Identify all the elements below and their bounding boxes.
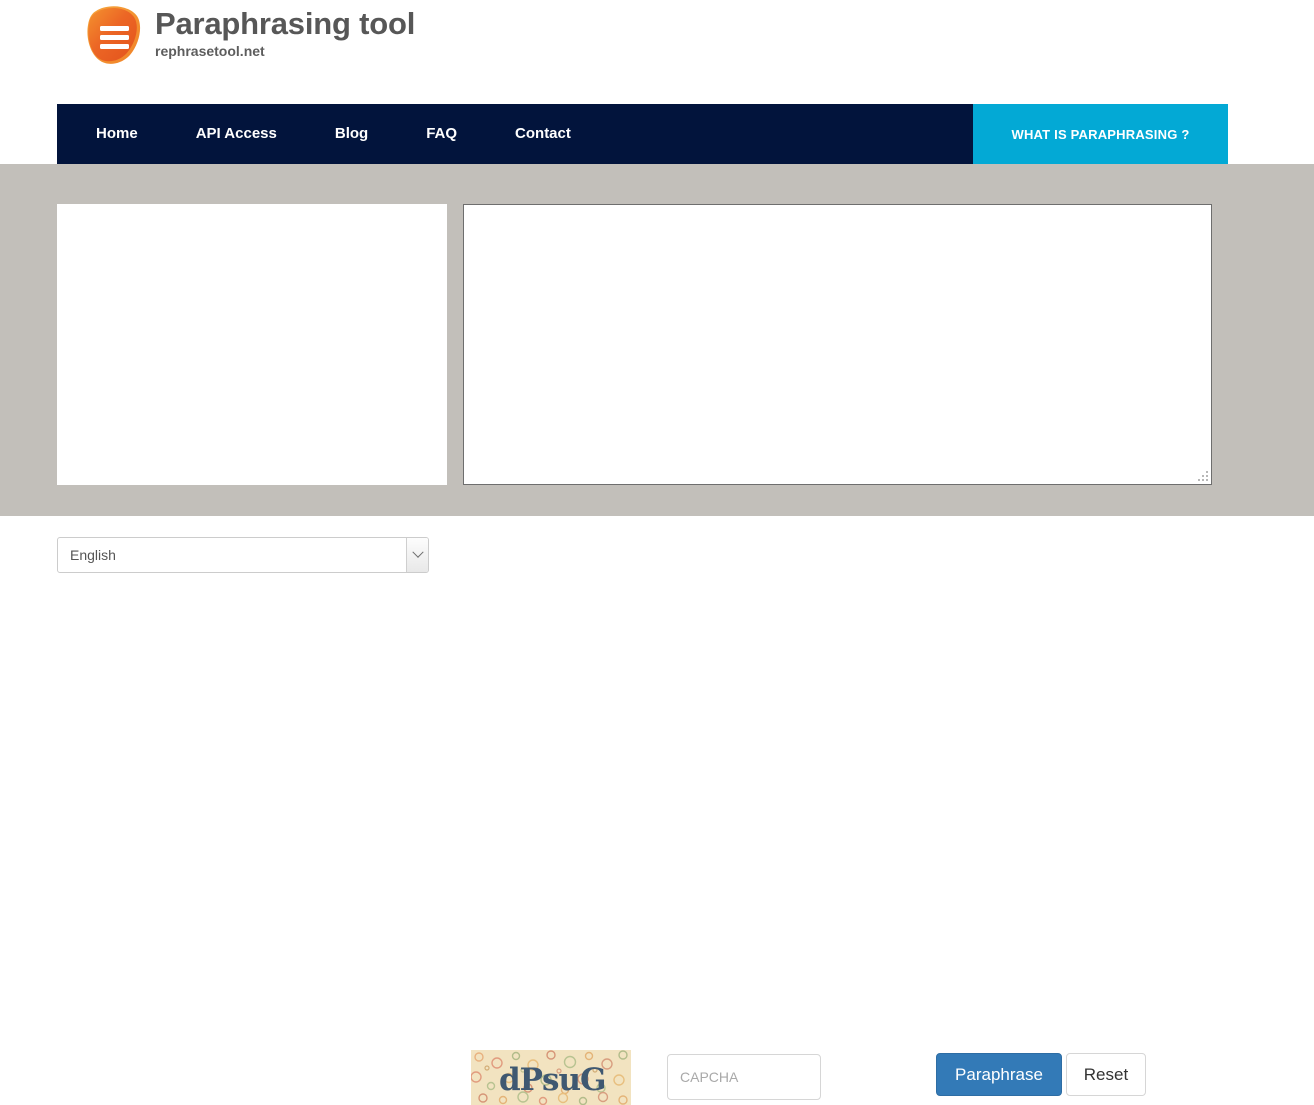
chevron-down-icon[interactable] [406, 538, 428, 572]
logo-tagline: rephrasetool.net [155, 43, 265, 59]
nav-item-api-access[interactable]: API Access [196, 125, 277, 142]
logo-text-block: Paraphrasing tool rephrasetool.net [155, 3, 415, 60]
captcha-image: dPsuG [471, 1050, 631, 1105]
workspace-panel [0, 164, 1314, 516]
reset-button[interactable]: Reset [1066, 1053, 1146, 1096]
svg-text:dPsuG: dPsuG [499, 1062, 605, 1098]
nav-item-home-wrap: Home [96, 104, 167, 164]
nav-item-contact[interactable]: Contact [515, 125, 571, 142]
language-select[interactable]: English [57, 537, 429, 573]
main-navbar: Home API Access Blog FAQ Contact WHAT IS… [57, 104, 1228, 164]
nav-item-api-access-wrap: API Access [167, 104, 306, 164]
nav-item-faq-wrap: FAQ [397, 104, 486, 164]
site-logo[interactable]: Paraphrasing tool rephrasetool.net [84, 3, 415, 69]
nav-link-list: Home API Access Blog FAQ Contact [57, 104, 973, 164]
paraphrase-button[interactable]: Paraphrase [936, 1053, 1062, 1096]
hamburger-logo-icon [84, 3, 146, 69]
captcha-input[interactable] [667, 1054, 821, 1100]
language-select-value: English [70, 547, 116, 563]
nav-item-home[interactable]: Home [96, 125, 138, 142]
nav-item-blog-wrap: Blog [306, 104, 397, 164]
what-is-paraphrasing-button[interactable]: WHAT IS PARAPHRASING ? [973, 104, 1228, 164]
controls-bar: English dPsuG CAPCHA Paraphrase Reset [0, 516, 1314, 1105]
nav-item-contact-wrap: Contact [486, 104, 600, 164]
result-text-wrapper [463, 204, 1212, 485]
nav-item-faq[interactable]: FAQ [426, 125, 457, 142]
nav-item-blog[interactable]: Blog [335, 125, 368, 142]
site-header: Paraphrasing tool rephrasetool.net [0, 0, 1314, 104]
logo-title: Paraphrasing tool [155, 6, 416, 41]
source-text-input[interactable] [57, 204, 447, 485]
result-text-output[interactable] [463, 204, 1212, 485]
